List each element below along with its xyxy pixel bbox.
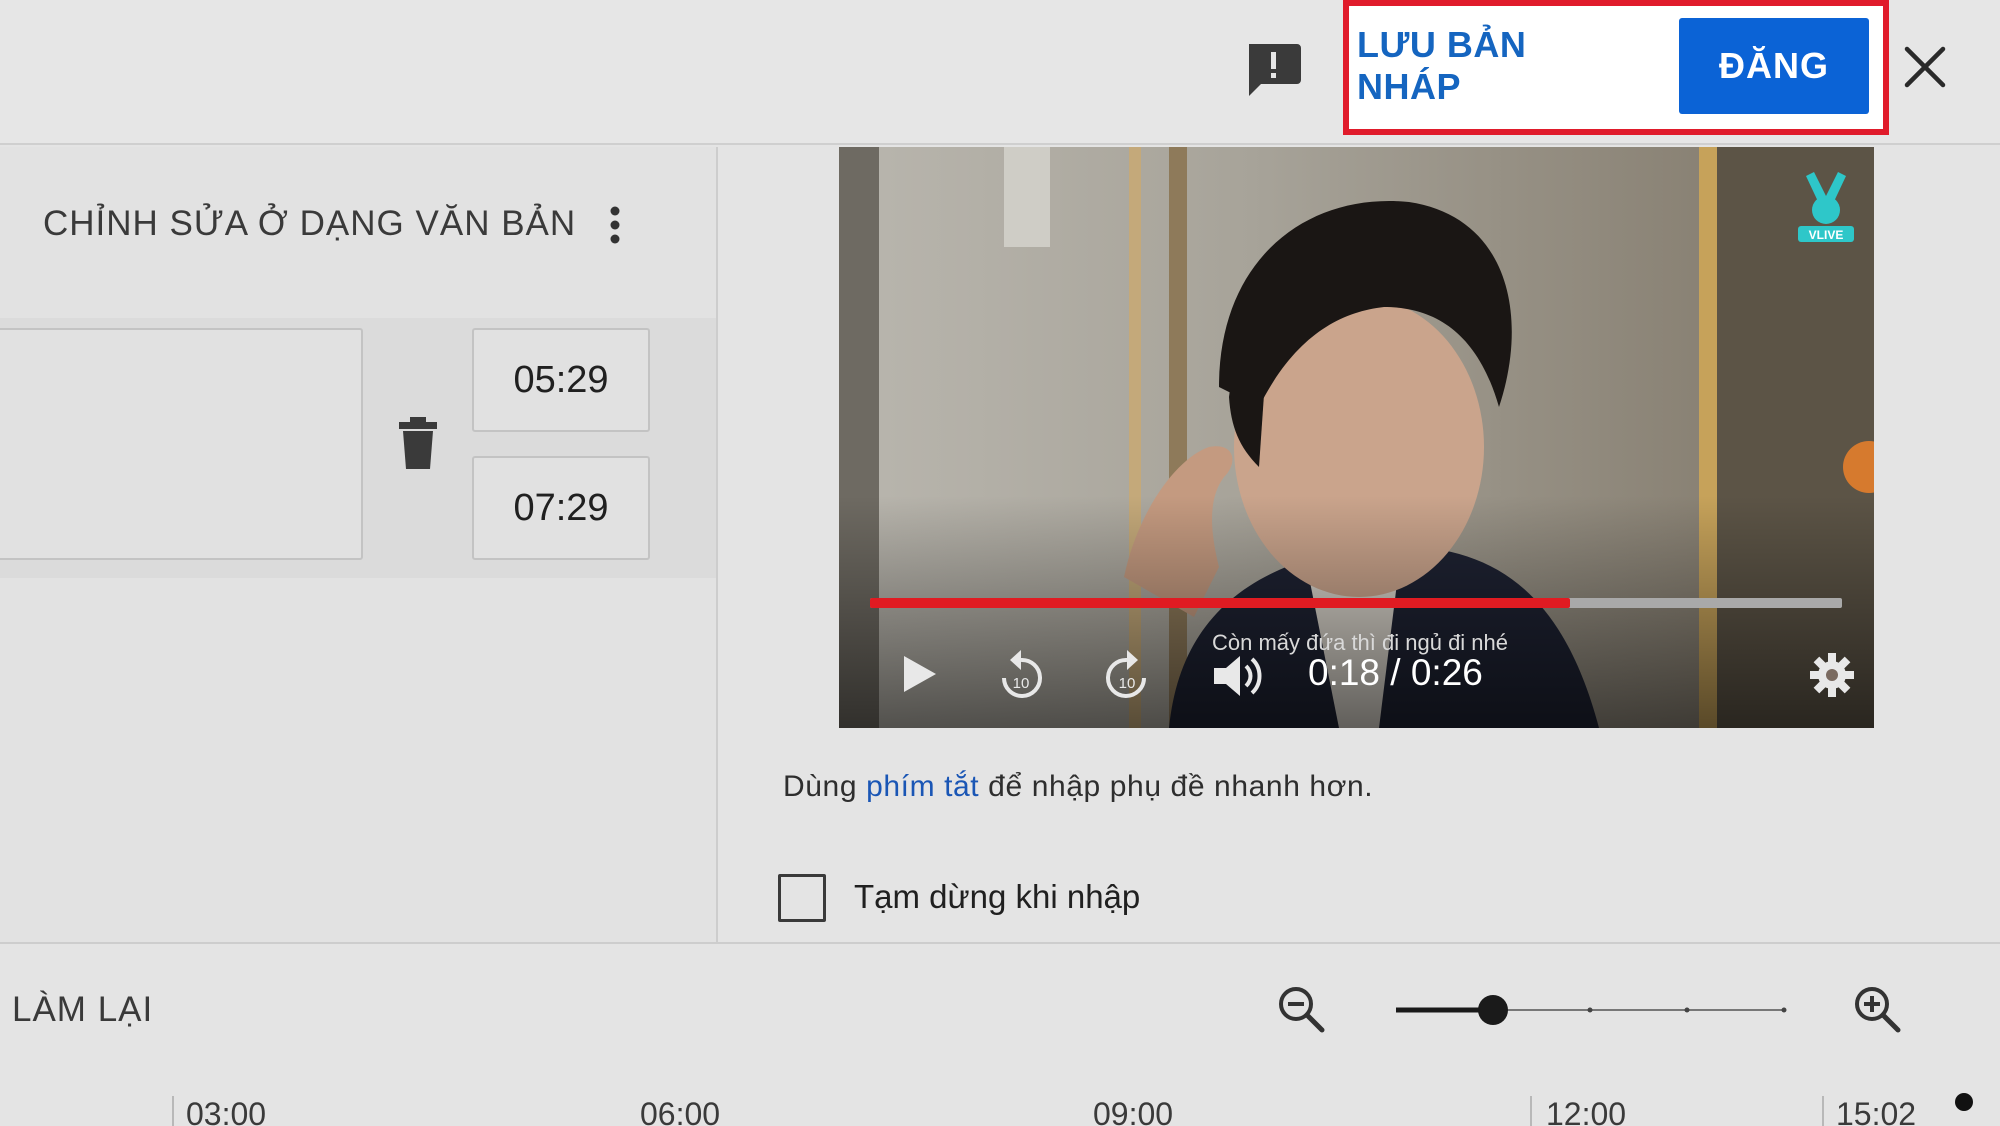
timeline-tick-mark bbox=[172, 1096, 174, 1126]
feedback-icon[interactable] bbox=[1243, 40, 1303, 100]
more-vert-icon[interactable] bbox=[598, 200, 632, 250]
caption-end-time[interactable]: 07:29 bbox=[472, 456, 650, 560]
hint-text-after: để nhập phụ đề nhanh hơn. bbox=[979, 770, 1374, 803]
pause-while-typing-label[interactable]: Tạm dừng khi nhập bbox=[854, 878, 1140, 916]
zoom-in-icon[interactable] bbox=[1852, 984, 1902, 1034]
shortcut-hint: Dùng phím tắt để nhập phụ đề nhanh hơn. bbox=[783, 770, 1373, 804]
timeline-tick: 15:02 bbox=[1836, 1096, 1917, 1126]
video-time-display: 0:18 / 0:26 bbox=[1308, 652, 1483, 693]
caption-start-time[interactable]: 05:29 bbox=[472, 328, 650, 432]
zoom-out-icon[interactable] bbox=[1276, 984, 1326, 1034]
settings-gear-icon[interactable] bbox=[1808, 651, 1856, 699]
timeline-tick: 06:00 bbox=[640, 1096, 721, 1126]
play-icon[interactable] bbox=[896, 652, 940, 696]
toolbar-divider bbox=[0, 942, 2000, 944]
timeline-tick-mark bbox=[1822, 1096, 1824, 1126]
publish-button[interactable]: ĐĂNG bbox=[1679, 18, 1869, 114]
zoom-slider-step bbox=[1587, 1007, 1593, 1013]
timeline-playhead-marker[interactable] bbox=[1955, 1093, 1973, 1111]
timeline-tick-mark bbox=[1530, 1096, 1532, 1126]
svg-text:10: 10 bbox=[1119, 675, 1136, 692]
redo-button[interactable]: LÀM LẠI bbox=[12, 990, 153, 1030]
svg-text:10: 10 bbox=[1013, 675, 1030, 692]
zoom-slider-step bbox=[1781, 1007, 1787, 1013]
forward-10-icon[interactable]: 10 bbox=[1102, 648, 1152, 702]
hint-text-before: Dùng bbox=[783, 770, 867, 803]
zoom-slider-step bbox=[1684, 1007, 1690, 1013]
timeline-tick: 03:00 bbox=[186, 1096, 267, 1126]
timeline-tick: 12:00 bbox=[1546, 1096, 1627, 1126]
timeline-tick: 09:00 bbox=[1093, 1096, 1174, 1126]
save-draft-button[interactable]: LƯU BẢN NHÁP bbox=[1357, 18, 1637, 114]
volume-icon[interactable] bbox=[1210, 650, 1266, 702]
edit-as-text-title[interactable]: CHỈNH SỬA Ở DẠNG VĂN BẢN bbox=[43, 204, 576, 244]
video-progress-fill bbox=[870, 598, 1570, 608]
svg-text:VLIVE: VLIVE bbox=[1809, 228, 1844, 242]
zoom-slider-thumb[interactable] bbox=[1478, 995, 1508, 1025]
zoom-slider[interactable] bbox=[1390, 990, 1790, 1030]
trash-icon[interactable] bbox=[396, 415, 440, 471]
caption-text-input[interactable] bbox=[0, 328, 363, 560]
keyboard-shortcuts-link[interactable]: phím tắt bbox=[866, 770, 979, 803]
rewind-10-icon[interactable]: 10 bbox=[996, 648, 1046, 702]
vlive-logo: VLIVE bbox=[1798, 172, 1854, 242]
pause-while-typing-checkbox[interactable] bbox=[778, 874, 826, 922]
close-icon[interactable] bbox=[1895, 37, 1955, 97]
